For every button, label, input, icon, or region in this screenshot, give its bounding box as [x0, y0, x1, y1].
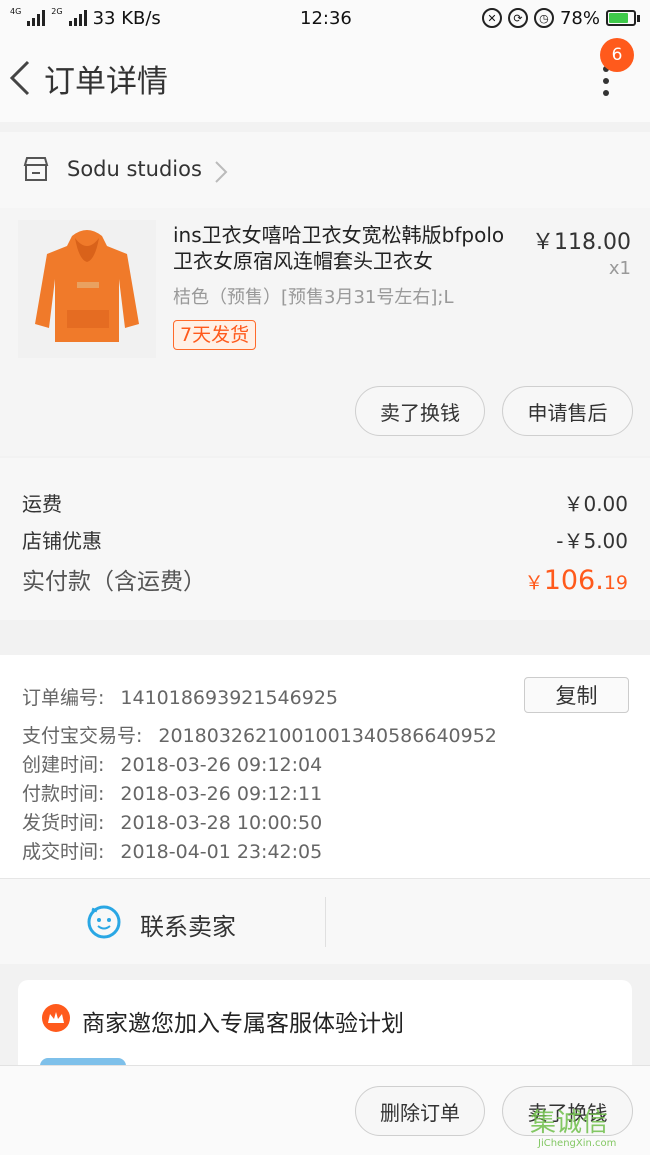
created-time-row: 创建时间: 2018-03-26 09:12:04	[22, 750, 322, 777]
status-left: 4G 2G 33 KB/s	[10, 6, 161, 29]
signal-1-icon	[27, 10, 46, 26]
order-number: 141018693921546925	[120, 687, 338, 709]
completed-time: 2018-04-01 23:42:05	[120, 841, 323, 863]
shipping-label: 运费	[22, 492, 62, 516]
network-type-2: 2G	[51, 6, 63, 16]
product-quantity: x1	[608, 258, 631, 279]
contact-seller-bar: 联系卖家	[0, 878, 650, 964]
info-label: 订单编号:	[22, 687, 105, 709]
shop-name: Sodu studios	[67, 157, 202, 181]
order-number-row: 订单编号: 141018693921546925	[22, 683, 338, 710]
battery-percent: 78%	[559, 7, 600, 29]
store-icon	[23, 157, 49, 181]
completed-time-row: 成交时间: 2018-04-01 23:42:05	[22, 837, 322, 864]
status-bar: 4G 2G 33 KB/s 12:36 ✕ ⟳ ◷ 78%	[0, 0, 650, 36]
shipped-time: 2018-03-28 10:00:50	[120, 812, 323, 834]
info-label: 付款时间:	[22, 783, 105, 805]
shipping-tag: 7天发货	[173, 320, 257, 350]
fee-summary: 运费 ￥0.00 店铺优惠 -￥5.00 实付款（含运费） ￥106.19	[0, 458, 650, 620]
product-title[interactable]: ins卫衣女嘻哈卫衣女宽松韩版bfpolo卫衣女原宿风连帽套头卫衣女	[173, 222, 523, 274]
discount-value: -￥5.00	[556, 529, 628, 553]
paid-time: 2018-03-26 09:12:11	[120, 783, 323, 805]
total-decimal: 19	[603, 572, 628, 594]
info-label: 成交时间:	[22, 841, 105, 863]
shipped-time-row: 发货时间: 2018-03-28 10:00:50	[22, 808, 322, 835]
rotation-lock-icon: ⟳	[507, 8, 528, 28]
alipay-trade-number: 2018032621001001340586640952	[158, 725, 497, 747]
watermark-main: 集诚信	[530, 1108, 609, 1138]
watermark-logo: 集诚信 JiChengXin.com	[530, 1100, 650, 1155]
info-label: 创建时间:	[22, 754, 105, 776]
discount-label: 店铺优惠	[22, 529, 102, 553]
crown-icon	[42, 1004, 70, 1032]
total-currency: ￥	[524, 572, 544, 594]
discount-row: 店铺优惠 -￥5.00	[22, 525, 628, 554]
after-sale-button[interactable]: 申请售后	[502, 386, 633, 436]
total-amount: ￥106.19	[525, 565, 628, 596]
info-label: 支付宝交易号:	[22, 725, 143, 747]
status-right: ✕ ⟳ ◷ 78%	[481, 7, 640, 29]
promo-text: 商家邀您加入专属客服体验计划	[82, 1011, 404, 1037]
chat-smile-icon	[87, 905, 121, 939]
alarm-icon: ◷	[533, 8, 554, 28]
chevron-right-icon	[215, 161, 228, 183]
shipping-value: ￥0.00	[563, 492, 628, 516]
product-image[interactable]	[18, 220, 156, 358]
sell-button[interactable]: 卖了换钱	[355, 386, 485, 436]
contact-seller-button[interactable]: 联系卖家	[140, 907, 236, 942]
total-label: 实付款（含运费）	[22, 569, 206, 595]
paid-time-row: 付款时间: 2018-03-26 09:12:11	[22, 779, 322, 806]
total-row: 实付款（含运费） ￥106.19	[22, 562, 628, 596]
product-sku: 桔色（预售）[预售3月31号左右];L	[173, 287, 454, 308]
order-info: 订单编号: 141018693921546925 复制 支付宝交易号: 201803…	[0, 655, 650, 878]
delete-order-button[interactable]: 删除订单	[355, 1086, 485, 1136]
network-type-1: 4G	[10, 6, 22, 16]
notification-badge: 6	[600, 38, 634, 72]
divider	[325, 897, 326, 947]
total-integer: 106.	[543, 565, 604, 596]
copy-button[interactable]: 复制	[524, 677, 629, 713]
nav-bar: 订单详情 6	[0, 36, 650, 122]
info-label: 发货时间:	[22, 812, 105, 834]
battery-icon	[606, 10, 640, 26]
network-speed: 33 KB/s	[92, 7, 161, 29]
shipping-row: 运费 ￥0.00	[22, 488, 628, 517]
created-time: 2018-03-26 09:12:04	[120, 754, 323, 776]
mute-icon: ✕	[481, 8, 502, 28]
alipay-trade-row: 支付宝交易号: 2018032621001001340586640952	[22, 721, 497, 748]
product-price: ￥118.00	[532, 230, 631, 255]
signal-2-icon	[68, 10, 87, 26]
order-item: ins卫衣女嘻哈卫衣女宽松韩版bfpolo卫衣女原宿风连帽套头卫衣女 桔色（预售…	[0, 208, 650, 456]
clock: 12:36	[300, 7, 352, 29]
page-title: 订单详情	[44, 64, 168, 100]
shop-row[interactable]: Sodu studios	[0, 132, 650, 208]
hoodie-image	[35, 230, 139, 342]
back-arrow-icon[interactable]	[8, 58, 32, 98]
watermark-sub: JiChengXin.com	[538, 1138, 617, 1149]
